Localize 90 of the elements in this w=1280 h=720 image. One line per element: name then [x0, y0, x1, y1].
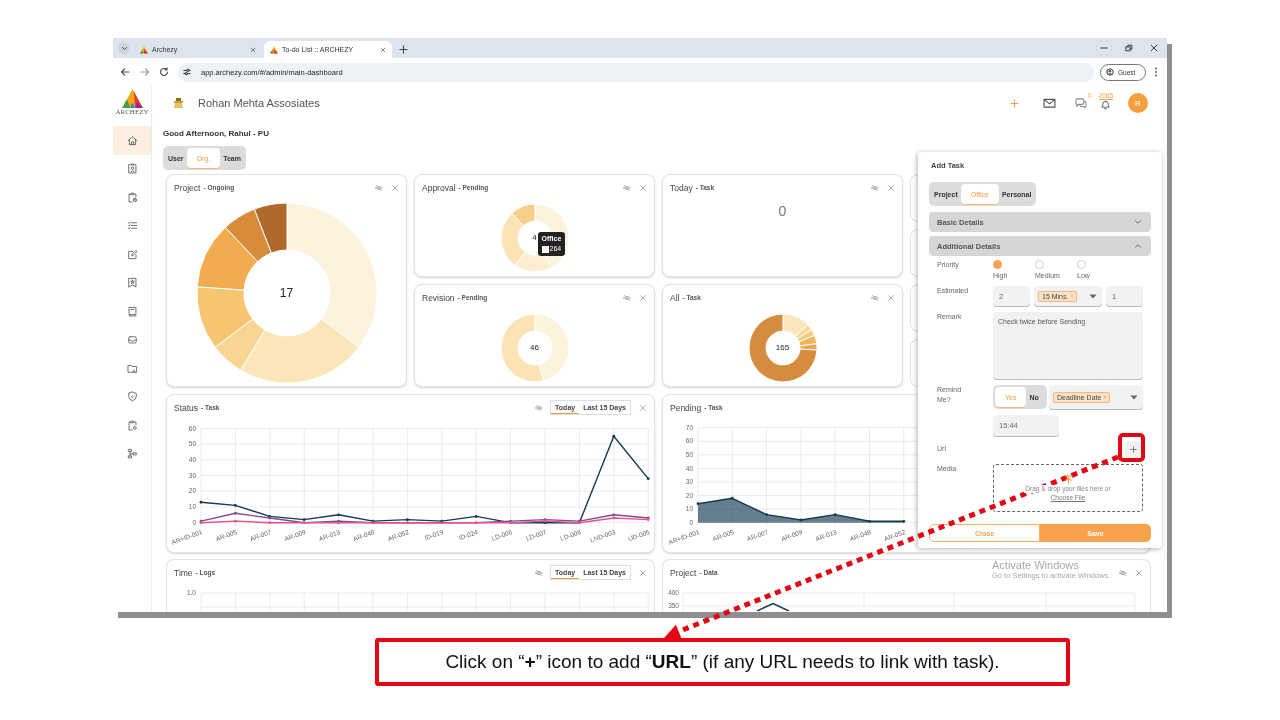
swatch-icon	[541, 245, 549, 253]
card-title: Approval	[422, 182, 456, 193]
hide-icon[interactable]	[623, 183, 631, 192]
company-name: Rohan Mehta Assosiates	[198, 97, 320, 109]
hide-icon[interactable]	[871, 293, 879, 302]
bell-icon[interactable]	[1100, 100, 1112, 110]
clipboard-clock-icon	[126, 191, 138, 203]
reload-icon[interactable]	[159, 67, 169, 77]
tab-menu-button[interactable]	[118, 42, 130, 54]
clipboard-gear-icon	[126, 419, 138, 431]
data-point[interactable]	[646, 477, 650, 481]
caret-down-icon	[1130, 394, 1138, 400]
card-title: Status	[174, 402, 199, 413]
hide-icon[interactable]	[375, 183, 383, 192]
hide-icon[interactable]	[871, 183, 879, 192]
close-icon[interactable]	[1150, 44, 1158, 52]
data-point[interactable]	[902, 519, 906, 523]
minimize-icon[interactable]	[1100, 44, 1108, 52]
data-point[interactable]	[833, 513, 837, 516]
radio-button[interactable]	[1077, 260, 1086, 269]
data-point[interactable]	[696, 502, 700, 506]
card-title: All	[670, 292, 680, 303]
add-url-button[interactable]	[1125, 441, 1141, 457]
donut-total: 165	[775, 343, 790, 353]
sidebar-item[interactable]	[113, 126, 151, 155]
data-point[interactable]	[799, 518, 803, 522]
data-point[interactable]	[406, 518, 409, 521]
id-badge-icon	[126, 163, 138, 175]
card-title: Pending	[670, 402, 702, 413]
data-point[interactable]	[474, 515, 478, 518]
mail-icon[interactable]	[1042, 98, 1056, 108]
hide-icon[interactable]	[535, 568, 544, 577]
caret-down-icon	[1089, 293, 1097, 299]
data-point[interactable]	[612, 513, 616, 517]
plus-icon[interactable]	[1009, 98, 1019, 108]
hide-icon[interactable]	[1119, 568, 1127, 577]
data-point[interactable]	[234, 504, 237, 507]
logo-icon	[270, 45, 278, 54]
card-title: Project	[174, 182, 201, 193]
callout-text: Click on “+” icon to add “URL” (if any URL needs to link with task).	[445, 651, 1000, 673]
data-point[interactable]	[337, 513, 340, 517]
bookmark-star-icon	[126, 277, 138, 289]
donut-slice[interactable]	[514, 251, 552, 273]
more-icon[interactable]	[1154, 67, 1158, 77]
data-point[interactable]	[234, 511, 237, 515]
checklist-icon	[126, 220, 138, 232]
upload-icon	[1063, 474, 1073, 484]
chevron-down-icon	[120, 44, 128, 52]
data-point[interactable]	[868, 519, 871, 523]
book-icon	[126, 305, 138, 317]
notice-title: Activate Windows	[992, 559, 1080, 571]
chat-icon[interactable]	[1074, 97, 1087, 109]
data-point[interactable]	[199, 500, 203, 504]
card-title: Today	[670, 182, 693, 193]
greeting-text: Good Afternoon, Rahul - PU	[163, 128, 269, 140]
task-count: 0	[778, 203, 787, 219]
logo-icon[interactable]	[121, 89, 143, 108]
card-title: Project	[670, 567, 697, 578]
forward-icon[interactable]	[140, 67, 150, 77]
data-point[interactable]	[765, 513, 768, 516]
data-point[interactable]	[302, 518, 306, 521]
logo-icon	[140, 45, 148, 54]
tray-icon	[126, 334, 138, 346]
data-point[interactable]	[612, 434, 616, 438]
chevron-up-icon	[1134, 242, 1142, 250]
radio-button[interactable]	[1035, 260, 1044, 269]
back-icon[interactable]	[120, 67, 130, 77]
card-title: Time	[174, 567, 193, 578]
highlight-frame	[1118, 433, 1145, 462]
data-point[interactable]	[730, 496, 734, 500]
restore-icon[interactable]	[1125, 44, 1133, 52]
sitemap-icon	[126, 448, 138, 460]
folder-icon	[126, 362, 138, 374]
donut-total: 17	[279, 286, 294, 300]
hide-icon[interactable]	[535, 403, 544, 412]
line-drawing	[756, 602, 790, 611]
edit-icon	[126, 248, 138, 260]
new-tab-icon[interactable]	[399, 45, 408, 54]
emblem-icon	[172, 97, 185, 109]
donut-total: 4	[532, 233, 537, 243]
donut-total: 46	[530, 343, 539, 353]
chevron-down-icon	[1134, 218, 1142, 226]
card-title: Revision	[422, 292, 455, 303]
radio-button[interactable]	[993, 260, 1002, 269]
plus-icon	[1129, 445, 1137, 453]
shield-icon	[126, 391, 138, 403]
home-icon	[126, 134, 138, 146]
person-icon	[1106, 68, 1114, 76]
site-settings-icon[interactable]	[183, 68, 191, 76]
hide-icon[interactable]	[623, 293, 631, 302]
